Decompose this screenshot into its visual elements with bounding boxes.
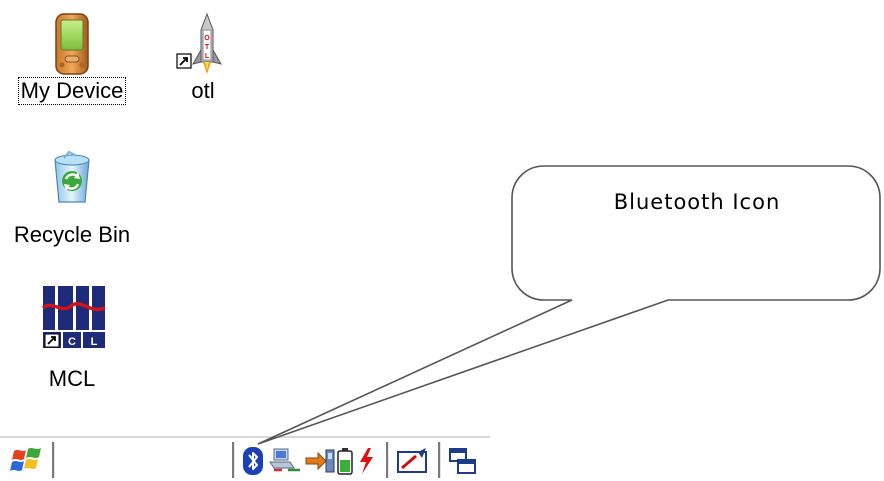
- taskbar-separator: [232, 442, 235, 478]
- rocket-shortcut-icon: O T L: [173, 10, 233, 78]
- my-device-label: My Device: [17, 77, 127, 105]
- pda-device-icon: [50, 10, 94, 78]
- network-icon[interactable]: [268, 446, 302, 476]
- input-panel-icon[interactable]: [396, 446, 430, 476]
- recycle-bin-icon: [47, 150, 97, 208]
- svg-text:O: O: [204, 35, 210, 42]
- taskbar-separator: [386, 442, 389, 478]
- taskbar: [0, 436, 490, 481]
- mcl-label: MCL: [48, 366, 96, 391]
- power-icon[interactable]: [356, 446, 376, 476]
- mcl-shortcut[interactable]: C L MCL: [30, 284, 114, 392]
- otl-label: otl: [191, 78, 215, 103]
- svg-text:T: T: [205, 44, 210, 51]
- taskbar-separator: [52, 442, 55, 478]
- recycle-bin-label: Recycle Bin: [13, 222, 131, 247]
- taskbar-separator: [438, 442, 441, 478]
- recycle-bin-shortcut[interactable]: Recycle Bin: [6, 150, 138, 248]
- mcl-shortcut-icon: C L: [39, 284, 106, 350]
- callout-text: Bluetooth Icon: [613, 190, 781, 214]
- screen: My Device O T L otl Recycle Bin C L MCL …: [0, 0, 884, 481]
- svg-text:C: C: [68, 336, 76, 348]
- desktop: My Device O T L otl Recycle Bin C L MCL: [0, 0, 490, 436]
- bluetooth-icon[interactable]: [242, 446, 264, 476]
- my-device-shortcut[interactable]: My Device: [12, 10, 132, 105]
- windows-flag-icon[interactable]: [10, 445, 44, 475]
- connection-icon[interactable]: [304, 446, 336, 476]
- svg-text:L: L: [205, 53, 210, 60]
- window-switch-icon[interactable]: [448, 446, 478, 476]
- svg-text:L: L: [91, 336, 98, 348]
- battery-icon[interactable]: [336, 446, 354, 476]
- otl-shortcut[interactable]: O T L otl: [168, 10, 238, 104]
